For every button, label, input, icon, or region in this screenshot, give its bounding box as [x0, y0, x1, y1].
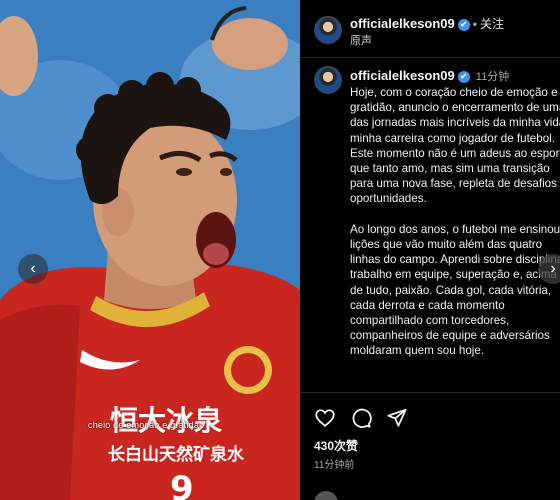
post-actions: 430次赞 11分钟前 — [300, 392, 560, 500]
header-username[interactable]: officialelkeson09 — [350, 16, 455, 31]
chevron-left-icon: ‹ — [30, 260, 36, 277]
comment-avatar — [314, 491, 338, 500]
video-subtitle: cheio de emoção e gratidão — [88, 420, 205, 430]
caption-username-row: officialelkeson09 ✔ 11分钟 — [350, 68, 509, 84]
send-icon[interactable] — [386, 407, 408, 429]
sponsor-text-sub: 长白山天然矿泉水 — [108, 444, 245, 465]
post-media[interactable]: 恒大冰泉 长白山天然矿泉水 9 cheio de emoção e gratid… — [0, 0, 300, 500]
follow-button[interactable]: 关注 — [480, 17, 504, 31]
caption-username[interactable]: officialelkeson09 — [350, 68, 455, 83]
caption-avatar[interactable] — [314, 66, 342, 94]
like-count[interactable]: 430次赞 — [314, 437, 358, 454]
caption-text: Hoje, com o coração cheio de emoção e gr… — [350, 86, 560, 358]
header-username-row: officialelkeson09 ✔ • 关注 — [350, 15, 504, 32]
heart-icon[interactable] — [314, 407, 336, 429]
post-header: officialelkeson09 ✔ • 关注 原声 — [300, 0, 560, 58]
comment-icon[interactable] — [350, 407, 372, 429]
jersey-number: 9 — [170, 469, 194, 500]
audio-label[interactable]: 原声 — [350, 32, 372, 48]
chevron-right-icon: › — [550, 260, 556, 277]
separator-dot: • — [472, 17, 477, 31]
post-timestamp: 11分钟前 — [314, 460, 355, 471]
next-media-button[interactable]: › — [538, 254, 560, 284]
verified-badge-icon: ✔ — [457, 71, 470, 83]
caption-time: 11分钟 — [475, 71, 510, 83]
post-sidebar: officialelkeson09 ✔ • 关注 原声 officialelkeson… — [300, 0, 560, 500]
previous-media-button[interactable]: ‹ — [18, 254, 48, 284]
avatar[interactable] — [314, 16, 342, 44]
verified-badge-icon: ✔ — [457, 19, 470, 31]
